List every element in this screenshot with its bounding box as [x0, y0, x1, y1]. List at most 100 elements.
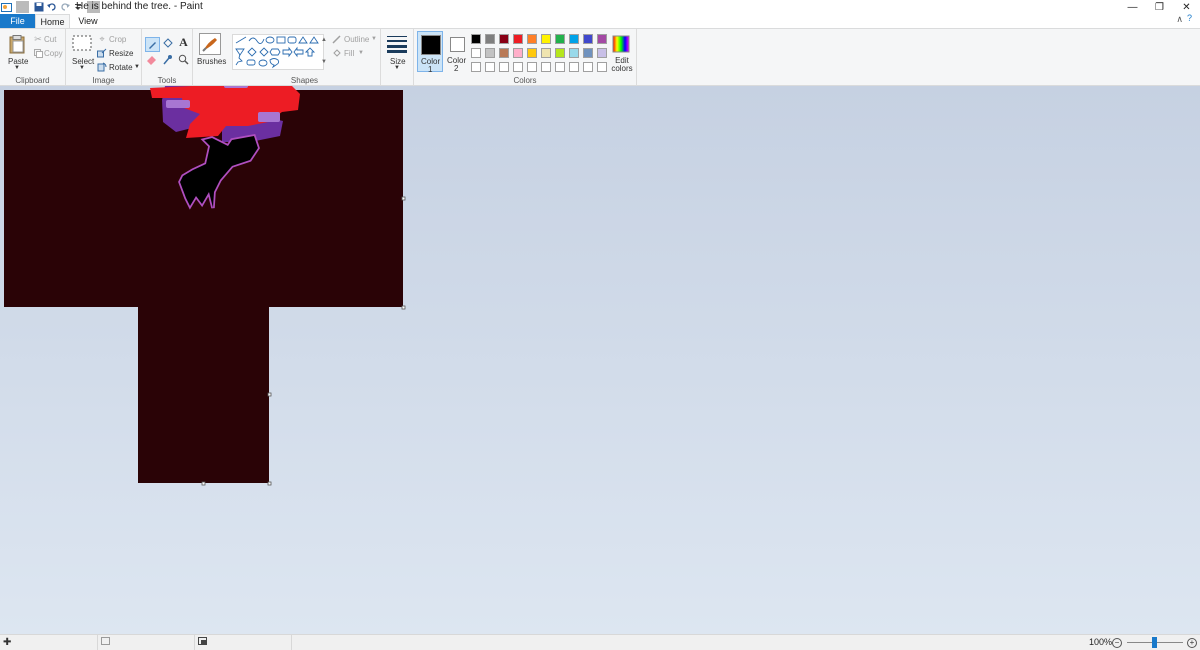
title-bar: He is behind the tree. - Paint — ❐ ✕: [0, 0, 1200, 14]
palette-swatch[interactable]: [569, 48, 579, 58]
cursor-position-icon: ✚: [3, 637, 12, 648]
cut-button[interactable]: Cut: [44, 35, 56, 44]
paste-dropdown-icon[interactable]: ▼: [14, 65, 20, 71]
palette-swatch[interactable]: [583, 62, 593, 72]
clipboard-group-label: Clipboard: [15, 76, 50, 85]
palette-swatch[interactable]: [555, 48, 565, 58]
zoom-slider-thumb[interactable]: [1152, 637, 1157, 648]
color-palette: [471, 34, 611, 76]
shapes-scroll-icon[interactable]: ▲: [321, 37, 327, 43]
brushes-icon[interactable]: [199, 33, 221, 55]
palette-swatch[interactable]: [499, 62, 509, 72]
minimize-button[interactable]: —: [1119, 0, 1146, 14]
palette-swatch[interactable]: [471, 34, 481, 44]
outline-dropdown-icon[interactable]: ▼: [371, 36, 377, 42]
shapes-group: ▲ ▼ Outline ▼ Fill ▼ Shapes: [229, 29, 381, 86]
palette-swatch[interactable]: [583, 34, 593, 44]
resize-button[interactable]: Resize: [109, 49, 133, 58]
magnifier-icon[interactable]: [177, 53, 190, 66]
save-icon[interactable]: [32, 1, 45, 13]
color-picker-icon[interactable]: [161, 53, 174, 66]
outline-button[interactable]: Outline: [344, 35, 369, 44]
selection-size-icon: [101, 636, 111, 649]
restore-button[interactable]: ❐: [1146, 0, 1173, 14]
palette-swatch[interactable]: [555, 62, 565, 72]
size-dropdown-icon[interactable]: ▼: [394, 65, 400, 71]
help-icon[interactable]: ?: [1187, 13, 1200, 27]
zoom-in-button[interactable]: +: [1187, 638, 1197, 648]
palette-swatch[interactable]: [527, 34, 537, 44]
palette-swatch[interactable]: [527, 48, 537, 58]
crop-button[interactable]: Crop: [109, 35, 126, 44]
tab-view[interactable]: View: [70, 14, 106, 28]
tab-home[interactable]: Home: [35, 14, 70, 28]
palette-swatch[interactable]: [583, 48, 593, 58]
text-icon[interactable]: A: [177, 35, 190, 49]
palette-swatch[interactable]: [597, 48, 607, 58]
image-group-label: Image: [92, 76, 115, 85]
edit-colors-icon[interactable]: [612, 35, 630, 53]
shapes-gallery[interactable]: [232, 34, 324, 70]
palette-swatch[interactable]: [597, 62, 607, 72]
tools-group-label: Tools: [157, 76, 177, 85]
palette-swatch[interactable]: [485, 34, 495, 44]
resize-icon: [97, 48, 107, 58]
palette-swatch[interactable]: [513, 48, 523, 58]
select-icon[interactable]: [72, 35, 92, 51]
image-group: Select ▼ ⌖ Crop Resize Rotate ▼ Image: [66, 29, 142, 86]
paint-app-icon[interactable]: [0, 1, 13, 13]
palette-swatch[interactable]: [527, 62, 537, 72]
colors-group: Color 1 Color 2 Edit colors Colors: [414, 29, 637, 86]
eraser-icon[interactable]: [145, 53, 158, 66]
crop-icon: ⌖: [99, 33, 105, 44]
palette-swatch[interactable]: [569, 62, 579, 72]
palette-swatch[interactable]: [541, 48, 551, 58]
window-title: He is behind the tree. - Paint: [76, 1, 203, 12]
drawing-canvas[interactable]: [0, 86, 1200, 634]
canvas-background: [4, 90, 403, 483]
shapes-group-label: Shapes: [290, 76, 319, 85]
select-dropdown-icon[interactable]: ▼: [79, 65, 85, 71]
edit-colors-button[interactable]: Edit colors: [610, 57, 634, 73]
palette-swatch[interactable]: [541, 62, 551, 72]
pencil-icon[interactable]: [145, 37, 160, 52]
rotate-button[interactable]: Rotate: [109, 63, 133, 72]
brushes-button[interactable]: Brushes: [197, 57, 226, 66]
collapse-ribbon-icon[interactable]: ∧: [1176, 14, 1183, 25]
brushes-group: Brushes: [193, 29, 229, 86]
copy-button[interactable]: Copy: [44, 49, 63, 58]
shapes-more-icon[interactable]: ▼: [321, 59, 327, 65]
tab-file[interactable]: File: [0, 14, 35, 28]
palette-swatch[interactable]: [555, 34, 565, 44]
close-button[interactable]: ✕: [1173, 0, 1200, 14]
palette-swatch[interactable]: [471, 48, 481, 58]
palette-swatch[interactable]: [597, 34, 607, 44]
color1-number: 1: [428, 65, 433, 74]
zoom-out-button[interactable]: −: [1112, 638, 1122, 648]
size-icon[interactable]: [387, 35, 407, 53]
palette-swatch[interactable]: [485, 62, 495, 72]
palette-swatch[interactable]: [471, 62, 481, 72]
cursor-position-cell: ✚: [0, 635, 98, 650]
palette-swatch[interactable]: [513, 34, 523, 44]
color1-selector[interactable]: Color 1: [417, 31, 443, 74]
palette-swatch[interactable]: [499, 34, 509, 44]
redo-icon[interactable]: [58, 1, 71, 13]
palette-swatch[interactable]: [569, 34, 579, 44]
status-bar: ✚ 100% − +: [0, 634, 1200, 650]
palette-swatch[interactable]: [485, 48, 495, 58]
palette-swatch[interactable]: [541, 34, 551, 44]
palette-swatch[interactable]: [513, 62, 523, 72]
tools-group: A Tools: [142, 29, 193, 86]
paste-icon[interactable]: [8, 34, 26, 54]
window-controls: — ❐ ✕: [1119, 0, 1200, 14]
fill-bucket-icon[interactable]: [161, 37, 174, 50]
palette-swatch[interactable]: [499, 48, 509, 58]
rotate-dropdown-icon[interactable]: ▼: [134, 64, 140, 70]
fill-dropdown-icon[interactable]: ▼: [358, 50, 364, 56]
color2-selector[interactable]: Color 2: [444, 31, 470, 73]
image-size-cell: [194, 635, 292, 650]
fill-button[interactable]: Fill: [344, 49, 354, 58]
color1-swatch: [421, 35, 441, 55]
undo-icon[interactable]: [45, 1, 58, 13]
